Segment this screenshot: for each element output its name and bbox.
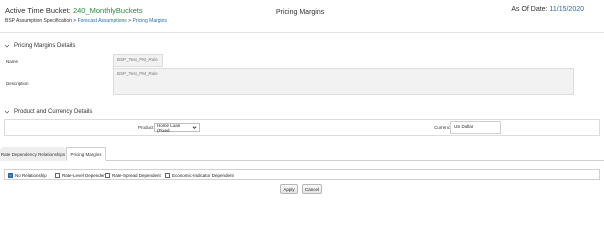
pricing-margins-details-header[interactable]: Pricing Margins Details	[0, 41, 604, 51]
checkbox-unchecked[interactable]	[165, 172, 170, 178]
active-time-bucket: Active Time Bucket: 240_MonthlyBuckets	[5, 6, 143, 15]
checkmark-icon	[9, 174, 12, 177]
tab-bar: Rate Dependency Relationships Pricing Ma…	[0, 147, 604, 161]
section-title: Pricing Margins Details	[14, 43, 76, 49]
chevron-down-icon	[192, 125, 197, 131]
section-title: Product and Currency Details	[14, 109, 93, 115]
chevron-down-icon[interactable]	[4, 109, 10, 115]
chevron-down-icon[interactable]	[4, 43, 10, 49]
breadcrumb: BSP Assumption Specification > Forecast …	[5, 18, 167, 24]
tab-pricing-margins[interactable]: Pricing Margins	[66, 147, 106, 161]
rate-level-dependent-checkbox[interactable]: Rate-Level Dependent	[55, 172, 107, 178]
product-currency-details-header[interactable]: Product and Currency Details	[0, 107, 604, 117]
name-label: Name	[6, 59, 19, 64]
page-header: Active Time Bucket: 240_MonthlyBuckets B…	[0, 0, 604, 33]
checkbox-label: Rate-Spread Dependent	[112, 172, 161, 178]
checkbox-checked[interactable]	[8, 172, 13, 178]
economic-indicator-dependent-checkbox[interactable]: Economic-Indicator Dependent	[165, 172, 234, 178]
tab-rate-dependency-relationships[interactable]: Rate Dependency Relationships	[0, 147, 66, 161]
description-label: Description	[6, 81, 29, 86]
breadcrumb-assumption-spec: BSP Assumption Specification	[5, 18, 72, 24]
product-currency-panel	[4, 119, 600, 136]
rate-dependency-options: No Relationship Rate-Level Dependent Rat…	[4, 169, 600, 180]
apply-button[interactable]: Apply	[280, 184, 298, 194]
product-label: Product	[138, 125, 154, 130]
cancel-button[interactable]: Cancel	[302, 184, 322, 194]
active-time-bucket-label: Active Time Bucket:	[5, 6, 71, 15]
checkbox-unchecked[interactable]	[105, 172, 110, 178]
active-time-bucket-value[interactable]: 240_MonthlyBuckets	[73, 6, 143, 15]
as-of-date-label: As Of Date:	[511, 6, 548, 13]
product-select[interactable]: Home Loan (Fixed	[154, 122, 200, 133]
breadcrumb-forecast-assumptions[interactable]: Forecast Assumptions	[78, 18, 127, 24]
checkbox-unchecked[interactable]	[55, 172, 60, 178]
description-field[interactable]: BSP_Test_PM_Rule	[113, 68, 574, 95]
no-relationship-checkbox[interactable]: No Relationship	[8, 172, 47, 178]
name-field[interactable]: BSP_Test_PM_Rule	[113, 54, 163, 67]
checkbox-label: No Relationship	[15, 172, 47, 178]
rate-spread-dependent-checkbox[interactable]: Rate-Spread Dependent	[105, 172, 161, 178]
page-title: Pricing Margins	[276, 9, 325, 16]
as-of-date-value: 11/15/2020	[549, 6, 584, 13]
breadcrumb-pricing-margins[interactable]: Pricing Margins	[132, 18, 166, 24]
as-of-date: As Of Date: 11/15/2020	[511, 6, 584, 13]
product-select-value: Home Loan (Fixed	[157, 122, 181, 133]
currency-field[interactable]: US Dollar	[450, 121, 501, 134]
checkbox-label: Rate-Level Dependent	[62, 172, 108, 178]
checkbox-label: Economic-Indicator Dependent	[172, 172, 234, 178]
